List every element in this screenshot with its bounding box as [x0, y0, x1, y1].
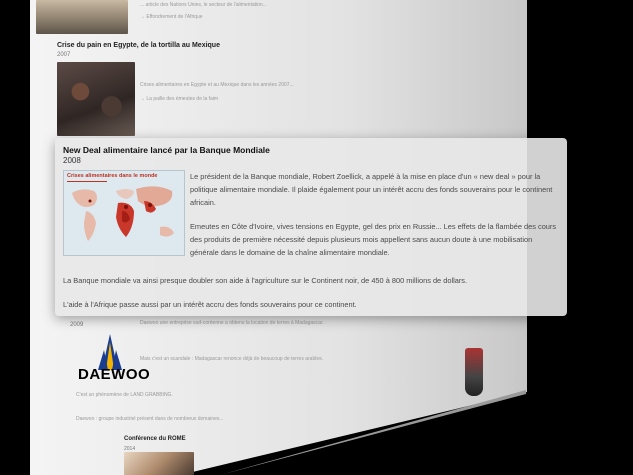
- bg-item-3-text: Mais c'est un scandale : Madagascar reno…: [140, 356, 324, 362]
- bg-item-1-caption[interactable]: → La paille des émeutes de la faim: [140, 96, 218, 103]
- food-crisis-map-image: Crises alimentaires dans le monde: [63, 170, 185, 256]
- popup-paragraph-1: Le président de la Banque mondiale, Robe…: [190, 172, 553, 207]
- popup-title: New Deal alimentaire lancé par la Banque…: [63, 145, 270, 155]
- event-detail-popup[interactable]: New Deal alimentaire lancé par la Banque…: [55, 138, 567, 316]
- bg-item-0-caption[interactable]: → Effondrement de l'Afrique: [140, 14, 203, 21]
- crest-icon: [465, 348, 483, 396]
- background-photo-2: [57, 62, 135, 136]
- popup-paragraph-4: L'aide à l'Afrique passe aussi par un in…: [63, 300, 357, 309]
- bg-item-4-text: C'est un phénomène de LAND GRABBING.: [76, 392, 173, 398]
- bg-item-1-title: Crise du pain en Egypte, de la tortilla …: [57, 42, 220, 49]
- bg-item-1-year: 2007: [57, 52, 71, 58]
- bg-item-6-title: Conférence du ROME: [124, 436, 186, 442]
- popup-paragraph-3: La Banque mondiale va ainsi presque doub…: [63, 276, 468, 285]
- bg-item-5-text: Daewoo : groupe industriel présent dans …: [76, 416, 224, 422]
- bg-item-2-text: Daewoo une entreprise sud-coréenne a obt…: [140, 320, 324, 326]
- daewoo-logo-text: DAEWOO: [78, 366, 151, 383]
- background-photo-3: [124, 452, 194, 475]
- bg-item-1-text: Crises alimentaires en Egypte et au Mexi…: [140, 82, 294, 88]
- popup-year: 2008: [63, 156, 81, 165]
- bg-item-0-text: ... article des Nations Unies, le secteu…: [140, 2, 267, 8]
- popup-paragraph-2: Emeutes en Côte d'Ivoire, vives tensions…: [190, 222, 557, 257]
- background-photo-1: [36, 0, 128, 34]
- world-map-icon: [72, 186, 174, 241]
- bg-item-2-year: 2009: [70, 322, 84, 328]
